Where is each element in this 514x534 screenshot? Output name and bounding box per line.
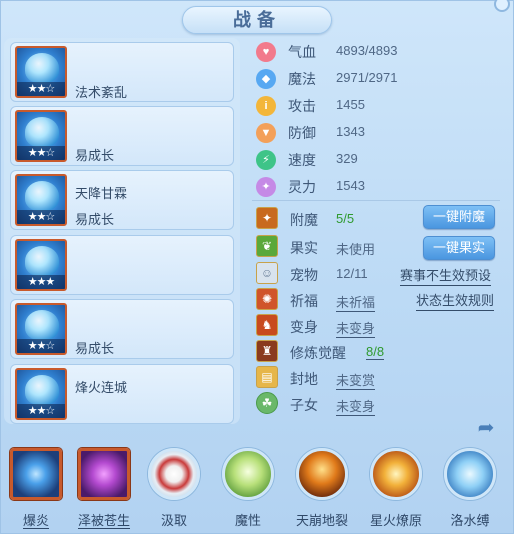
pet-stars: ★★☆ — [17, 82, 65, 96]
fruit-label: 果实 — [290, 240, 318, 256]
pet-stars: ★★★ — [17, 275, 65, 289]
title-text: 战备 — [233, 10, 281, 30]
defense-icon: ▼ — [256, 123, 276, 143]
pet-portrait-icon: ★★☆ — [15, 110, 67, 162]
skill-slot-4[interactable]: 魔性 — [218, 448, 278, 534]
transform-icon: ♞ — [256, 314, 278, 336]
skill-slot-1[interactable]: 爆炎 — [6, 448, 66, 534]
land-link[interactable]: 未变赏 — [336, 370, 376, 390]
demonic-skill-icon — [222, 448, 274, 500]
heart-icon: ♥ — [256, 42, 276, 62]
explosion-skill-icon — [10, 448, 62, 500]
pet-label: 宠物 — [290, 267, 318, 283]
stat-label: 防御 — [288, 125, 316, 141]
stat-value: 2971/2971 — [336, 70, 398, 85]
stats-divider — [252, 200, 500, 201]
stat-label: 攻击 — [288, 98, 316, 114]
children-label: 子女 — [290, 397, 318, 413]
starfire-skill-icon — [370, 448, 422, 500]
enchant-value: 5/5 — [336, 211, 355, 226]
skill-label: 爆炎 — [22, 513, 49, 529]
stat-value: 4893/4893 — [336, 43, 398, 58]
blessing-skill-icon — [78, 448, 130, 500]
skill-label: 星火燎原 — [369, 513, 422, 528]
share-icon[interactable]: ➦ — [474, 418, 498, 438]
skill-slot-5[interactable]: 天崩地裂 — [292, 448, 352, 534]
fruit-icon: ❦ — [256, 235, 278, 257]
one-click-fruit-button[interactable]: 一键果实 — [423, 236, 495, 260]
stat-label: 魔法 — [288, 71, 316, 87]
pet-slot-panel: ★★☆ 法术紊乱 ★★☆ 易成长 ★★☆ 天降甘霖 易成长 ★★★ ★★☆ 易成… — [4, 38, 240, 424]
attack-icon: i — [256, 96, 276, 116]
pet-skill-name: 天降甘霖 — [75, 186, 128, 201]
skill-slot-3[interactable]: 汲取 — [144, 448, 204, 534]
stat-label: 气血 — [288, 44, 316, 60]
pet-portrait-icon: ★★★ — [15, 239, 67, 291]
children-link[interactable]: 未变身 — [336, 396, 376, 416]
children-icon: ☘ — [256, 392, 278, 414]
pet-slot-6[interactable]: ★★☆ 烽火连城 — [10, 364, 234, 424]
water-bind-skill-icon — [444, 448, 496, 500]
pet-stars: ★★☆ — [17, 404, 65, 418]
pet-slot-5[interactable]: ★★☆ 易成长 — [10, 299, 234, 359]
pet-portrait-icon: ★★☆ — [15, 303, 67, 355]
enchant-label: 附魔 — [290, 212, 318, 228]
stat-label: 灵力 — [288, 179, 316, 195]
pet-stars: ★★☆ — [17, 210, 65, 224]
event-preset-link[interactable]: 赛事不生效预设 — [400, 265, 492, 286]
pet-slot-4[interactable]: ★★★ — [10, 235, 234, 295]
skill-label: 汲取 — [160, 513, 187, 528]
cultivate-link[interactable]: 8/8 — [366, 344, 385, 360]
pet-portrait-icon: ★★☆ — [15, 46, 67, 98]
land-icon: ▤ — [256, 366, 278, 388]
skill-label: 洛水缚 — [450, 513, 490, 528]
pet-slot-2[interactable]: ★★☆ 易成长 — [10, 106, 234, 166]
transform-label: 变身 — [290, 319, 318, 335]
pet-trait: 易成长 — [75, 148, 115, 163]
pet-value: 12/11 — [336, 266, 368, 281]
spirit-icon: ✦ — [256, 177, 276, 197]
stat-value: 1455 — [336, 97, 365, 112]
skill-slot-6[interactable]: 星火燎原 — [366, 448, 426, 534]
skill-slot-2[interactable]: 泽被苍生 — [74, 448, 134, 534]
pet-stars: ★★☆ — [17, 146, 65, 160]
pet-portrait-icon: ★★☆ — [15, 174, 67, 226]
pet-stars: ★★☆ — [17, 339, 65, 353]
pet-slot-3[interactable]: ★★☆ 天降甘霖 易成长 — [10, 170, 234, 230]
speed-icon: ⚡ — [256, 150, 276, 170]
stat-value: 1343 — [336, 124, 365, 139]
pet-trait: 易成长 — [75, 341, 115, 356]
absorb-skill-icon — [148, 448, 200, 500]
enchant-icon: ✦ — [256, 207, 278, 229]
pet-trait: 易成长 — [75, 212, 115, 227]
stat-value: 1543 — [336, 178, 365, 193]
earthquake-skill-icon — [296, 448, 348, 500]
skill-label: 泽被苍生 — [77, 513, 130, 529]
pet-portrait-icon: ★★☆ — [15, 368, 67, 420]
fruit-value: 未使用 — [336, 242, 376, 257]
cultivate-icon: ♜ — [256, 340, 278, 362]
mana-icon: ◆ — [256, 69, 276, 89]
pet-face-icon: ☺ — [256, 262, 278, 284]
one-click-enchant-button[interactable]: 一键附魔 — [423, 205, 495, 229]
bless-icon: ✺ — [256, 288, 278, 310]
cultivate-label: 修炼觉醒 — [290, 345, 346, 361]
stat-value: 329 — [336, 151, 358, 166]
bless-link[interactable]: 未祈福 — [336, 292, 376, 312]
status-rule-link[interactable]: 状态生效规则 — [416, 290, 495, 311]
bless-label: 祈福 — [290, 293, 318, 309]
stat-label: 速度 — [288, 152, 316, 168]
skill-label: 天崩地裂 — [295, 513, 348, 528]
skill-slot-7[interactable]: 洛水缚 — [440, 448, 500, 534]
window-title: 战备 — [182, 6, 332, 34]
transform-link[interactable]: 未变身 — [336, 318, 376, 338]
skill-label: 魔性 — [234, 513, 261, 528]
pet-trait: 法术紊乱 — [75, 85, 128, 100]
pet-skill-name: 烽火连城 — [75, 380, 128, 395]
land-label: 封地 — [290, 371, 318, 387]
pet-slot-1[interactable]: ★★☆ 法术紊乱 — [10, 42, 234, 102]
